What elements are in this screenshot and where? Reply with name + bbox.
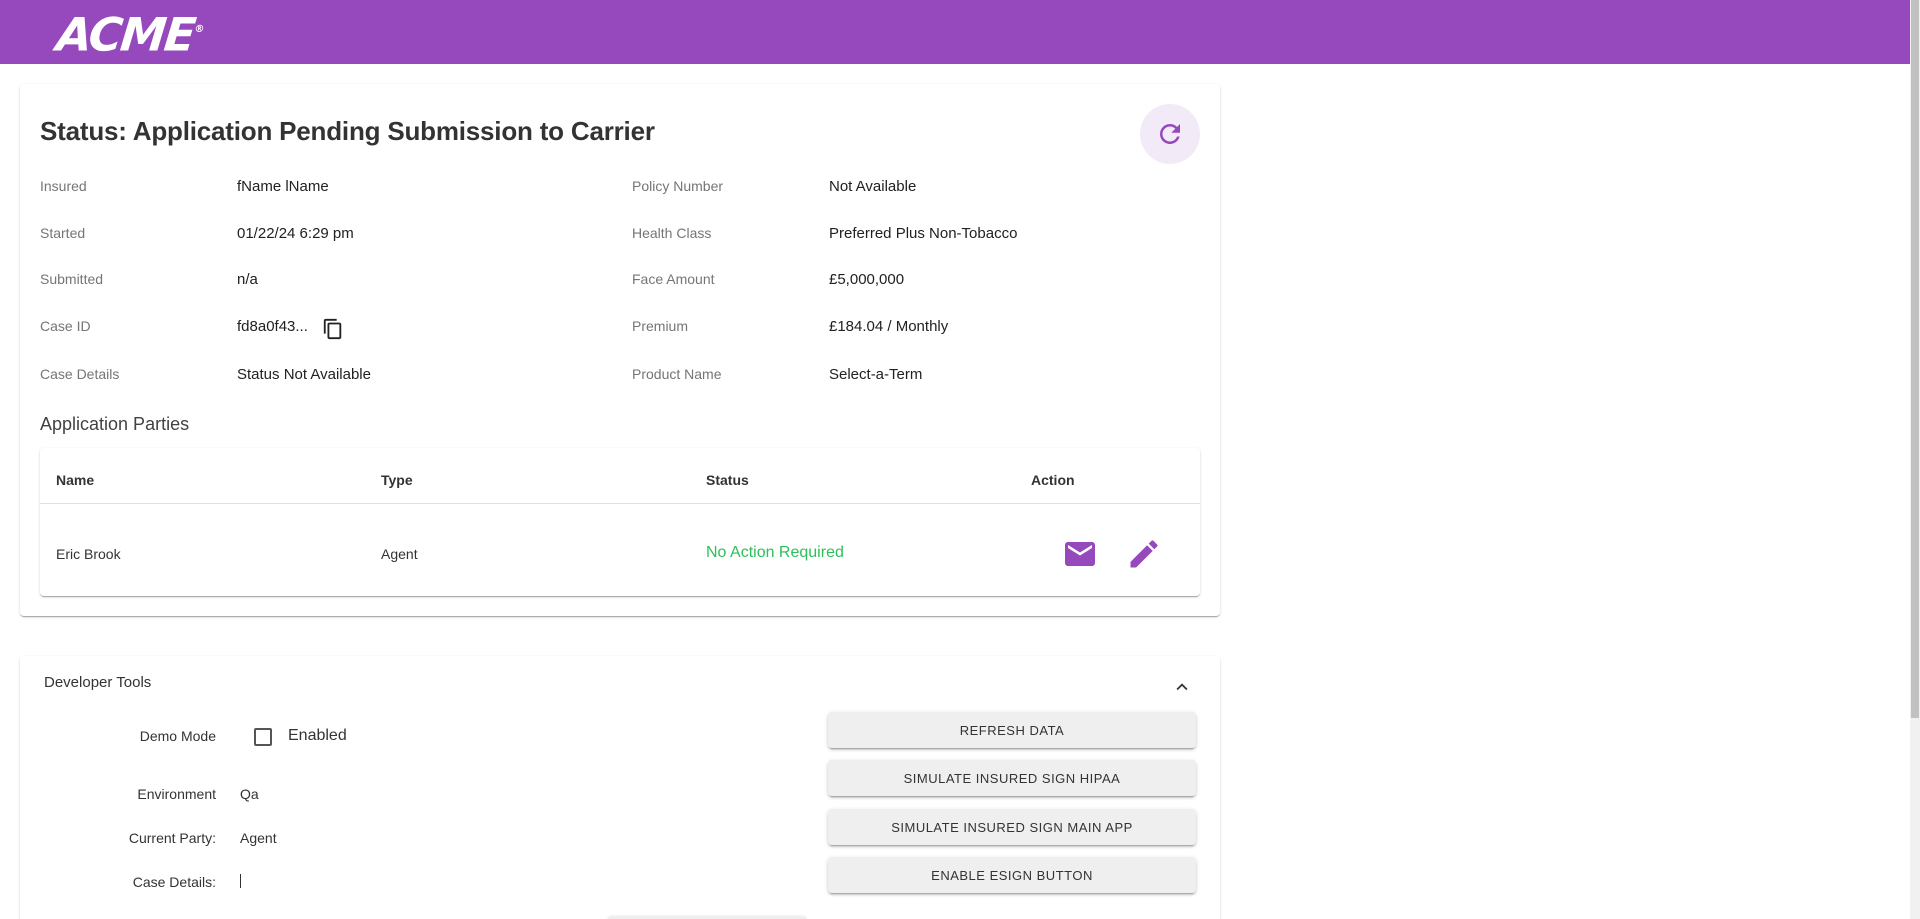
party-name: Eric Brook: [56, 546, 121, 562]
copy-icon[interactable]: [322, 316, 344, 342]
column-header-status: Status: [706, 472, 749, 488]
environment-value: Qa: [240, 786, 259, 802]
policy-number-label: Policy Number: [632, 178, 724, 194]
parties-table: Name Type Status Action Eric Brook Agent…: [40, 448, 1200, 596]
started-value: 01/22/24 6:29 pm: [237, 225, 354, 242]
health-class-value: Preferred Plus Non-Tobacco: [829, 225, 1018, 242]
simulate-insured-sign-hipaa-button[interactable]: SIMULATE INSURED SIGN HIPAA: [828, 760, 1196, 796]
acme-logo[interactable]: ACME®: [54, 7, 206, 61]
text-cursor: [240, 874, 241, 888]
premium-value: £184.04 / Monthly: [829, 318, 949, 335]
simulate-insured-sign-main-app-button[interactable]: SIMULATE INSURED SIGN MAIN APP: [828, 809, 1196, 845]
product-name-value: Select-a-Term: [829, 366, 923, 383]
current-party-value: Agent: [240, 830, 277, 846]
column-header-type: Type: [381, 472, 413, 488]
application-status-card: Status: Application Pending Submission t…: [20, 84, 1220, 616]
environment-label: Environment: [137, 786, 216, 802]
refresh-data-button[interactable]: REFRESH DATA: [828, 712, 1196, 748]
developer-tools-panel: Developer Tools Demo Mode Enabled Enviro…: [20, 656, 1220, 919]
premium-label: Premium: [632, 318, 689, 334]
chevron-up-icon[interactable]: [1171, 676, 1193, 698]
face-amount-label: Face Amount: [632, 271, 715, 287]
submitted-value: n/a: [237, 271, 258, 288]
mail-icon[interactable]: [1062, 536, 1098, 572]
insured-value: fName lName: [237, 178, 329, 195]
case-details-value: Status Not Available: [237, 366, 371, 383]
policy-number-value: Not Available: [829, 178, 917, 195]
demo-mode-enabled-label[interactable]: Enabled: [288, 727, 347, 745]
product-name-label: Product Name: [632, 366, 722, 382]
refresh-icon: [1160, 124, 1180, 144]
demo-mode-checkbox[interactable]: [254, 728, 272, 746]
insured-label: Insured: [40, 178, 87, 194]
top-app-bar: ACME®: [0, 0, 1910, 64]
demo-mode-label: Demo Mode: [139, 728, 216, 744]
scrollbar-thumb[interactable]: [1911, 0, 1919, 718]
application-parties-title: Application Parties: [40, 414, 190, 434]
case-id-label: Case ID: [40, 318, 91, 334]
registered-mark: ®: [193, 24, 205, 35]
current-party-label: Current Party:: [128, 830, 216, 846]
party-status: No Action Required: [706, 544, 844, 561]
case-id-value: fd8a0f43...: [237, 318, 308, 335]
party-type: Agent: [381, 546, 418, 562]
column-header-name: Name: [56, 472, 95, 488]
face-amount-value: £5,000,000: [829, 271, 905, 288]
table-header-divider: [40, 503, 1200, 504]
developer-tools-title[interactable]: Developer Tools: [44, 674, 151, 691]
page-title: Status: Application Pending Submission t…: [40, 116, 655, 146]
started-label: Started: [40, 225, 86, 241]
refresh-button[interactable]: [1140, 104, 1200, 164]
column-header-action: Action: [1031, 472, 1075, 488]
case-details-dev-label: Case Details:: [132, 874, 216, 890]
submitted-label: Submitted: [40, 271, 104, 287]
enable-esign-button[interactable]: ENABLE ESIGN BUTTON: [828, 857, 1196, 893]
edit-icon[interactable]: [1126, 536, 1162, 572]
case-details-label: Case Details: [40, 366, 120, 382]
logo-text: ACME: [53, 7, 197, 62]
health-class-label: Health Class: [632, 225, 712, 241]
